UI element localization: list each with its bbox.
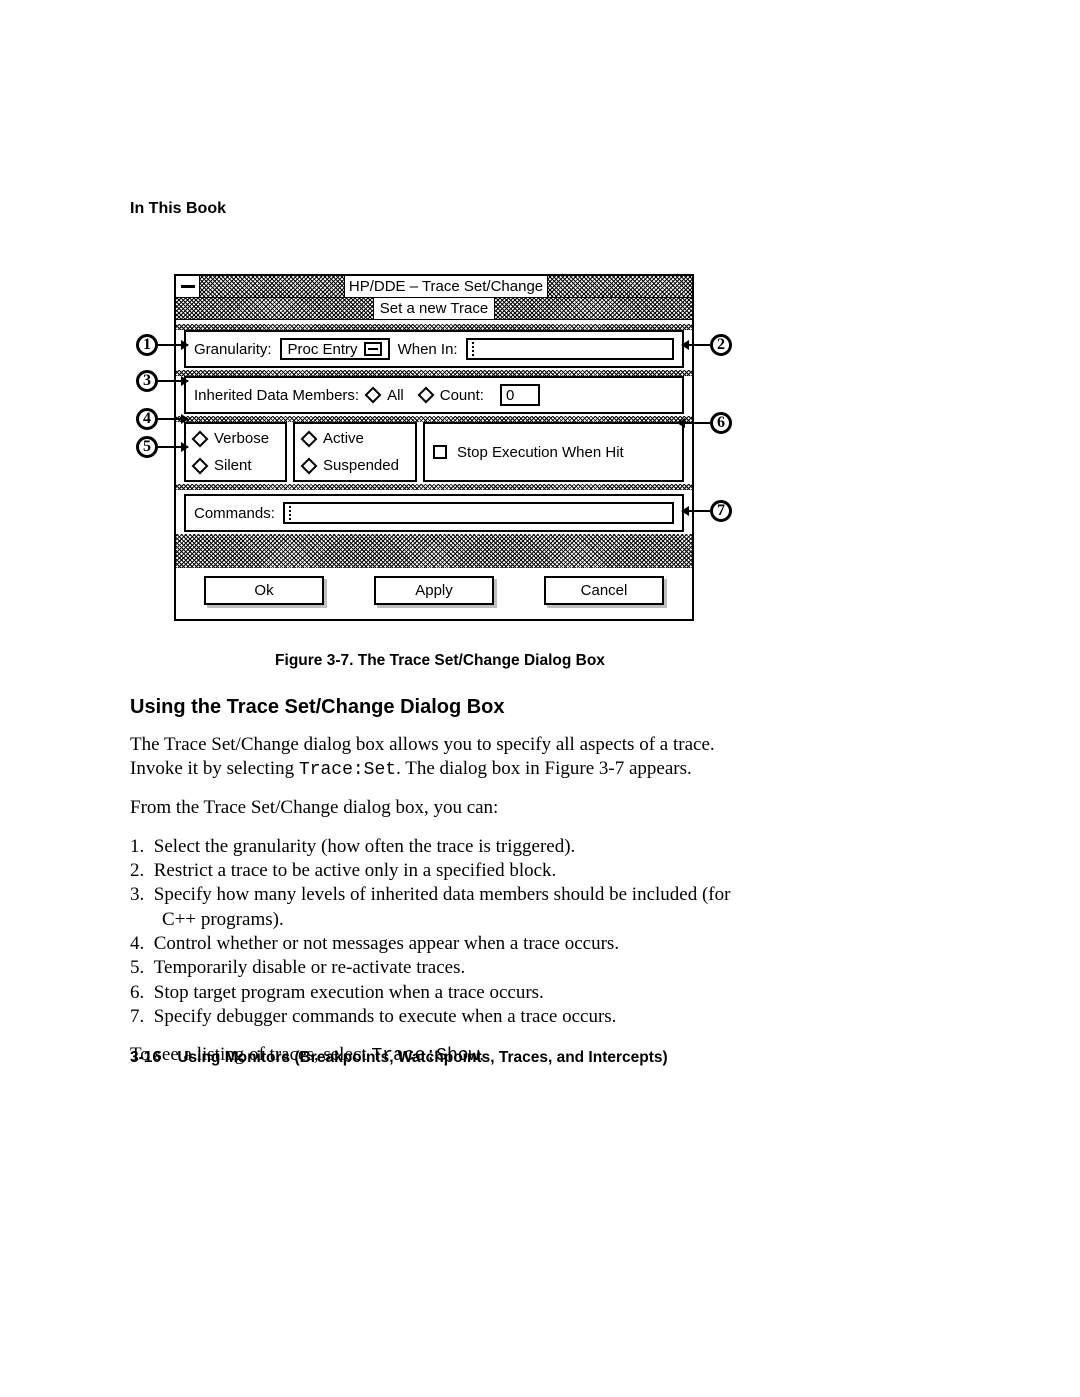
suspended-radio[interactable]: Suspended: [303, 457, 399, 474]
ok-button[interactable]: Ok: [204, 576, 324, 605]
diamond-icon: [365, 387, 382, 404]
granularity-panel: Granularity: Proc Entry When In:: [184, 330, 684, 368]
inherited-members-panel: Inherited Data Members: All Count: 0: [184, 376, 684, 414]
page-number: 3-16: [130, 1049, 161, 1066]
dialog-subtitle: Set a new Trace: [373, 298, 495, 319]
list-item: 4. Control whether or not messages appea…: [130, 932, 750, 956]
inherited-all-radio[interactable]: All: [367, 387, 404, 404]
callout-5: 5: [136, 436, 158, 458]
granularity-dropdown[interactable]: Proc Entry: [280, 338, 390, 360]
commands-panel: Commands:: [184, 494, 684, 532]
list-item: 6. Stop target program execution when a …: [130, 981, 750, 1005]
dialog-button-row: Ok Apply Cancel: [176, 568, 692, 615]
granularity-value: Proc Entry: [288, 341, 358, 358]
page-footer: 3-16 Using Monitors (Breakpoints, Watchp…: [130, 1049, 668, 1067]
list-item: 7. Specify debugger commands to execute …: [130, 1005, 750, 1029]
granularity-label: Granularity:: [194, 341, 272, 358]
active-radio[interactable]: Active: [303, 430, 399, 447]
stop-execution-panel: Stop Execution When Hit: [423, 422, 684, 482]
list-item: 3. Specify how many levels of inherited …: [130, 883, 750, 932]
numbered-list: 1. Select the granularity (how often the…: [130, 835, 750, 1030]
diamond-icon: [192, 457, 209, 474]
inherited-count-field[interactable]: 0: [500, 384, 540, 406]
commands-label: Commands:: [194, 505, 275, 522]
list-item: 2. Restrict a trace to be active only in…: [130, 859, 750, 883]
figure-3-7: HP/DDE – Trace Set/Change Set a new Trac…: [130, 274, 750, 632]
section-heading: Using the Trace Set/Change Dialog Box: [130, 696, 750, 719]
callout-7: 7: [710, 500, 732, 522]
diamond-icon: [417, 387, 434, 404]
paragraph: The Trace Set/Change dialog box allows y…: [130, 733, 750, 782]
paragraph: From the Trace Set/Change dialog box, yo…: [130, 796, 750, 820]
cancel-button[interactable]: Cancel: [544, 576, 664, 605]
stop-execution-checkbox[interactable]: Stop Execution When Hit: [433, 444, 624, 461]
verbose-radio[interactable]: Verbose: [194, 430, 269, 447]
figure-caption: Figure 3-7. The Trace Set/Change Dialog …: [130, 652, 750, 670]
titlebar: HP/DDE – Trace Set/Change: [176, 276, 692, 298]
verbosity-group: Verbose Silent: [184, 422, 287, 482]
callout-3: 3: [136, 370, 158, 392]
callout-4: 4: [136, 408, 158, 430]
callout-1: 1: [136, 334, 158, 356]
list-item: 1. Select the granularity (how often the…: [130, 835, 750, 859]
window-title: HP/DDE – Trace Set/Change: [344, 276, 548, 297]
inherited-count-value: 0: [506, 387, 514, 404]
list-item: 5. Temporarily disable or re-activate tr…: [130, 956, 750, 980]
window-menu-button[interactable]: [176, 276, 200, 297]
callout-2: 2: [710, 334, 732, 356]
apply-button[interactable]: Apply: [374, 576, 494, 605]
dropdown-toggle-icon[interactable]: [364, 342, 382, 356]
trace-set-change-dialog: HP/DDE – Trace Set/Change Set a new Trac…: [174, 274, 694, 621]
silent-radio[interactable]: Silent: [194, 457, 269, 474]
when-in-field[interactable]: [466, 338, 674, 360]
diamond-icon: [301, 457, 318, 474]
code-trace-set: Trace:Set: [299, 760, 396, 780]
checkbox-icon: [433, 445, 447, 459]
dash-icon: [181, 285, 195, 288]
callout-6: 6: [710, 412, 732, 434]
inherited-label: Inherited Data Members:: [194, 387, 359, 404]
when-in-label: When In:: [398, 341, 458, 358]
running-header: In This Book: [130, 200, 750, 218]
inherited-count-radio[interactable]: Count:: [420, 387, 484, 404]
dialog-subtitle-bar: Set a new Trace: [176, 298, 692, 320]
diamond-icon: [192, 430, 209, 447]
diamond-icon: [301, 430, 318, 447]
active-state-group: Active Suspended: [293, 422, 417, 482]
footer-title: Using Monitors (Breakpoints, Watchpoints…: [177, 1049, 667, 1066]
commands-field[interactable]: [283, 502, 674, 524]
